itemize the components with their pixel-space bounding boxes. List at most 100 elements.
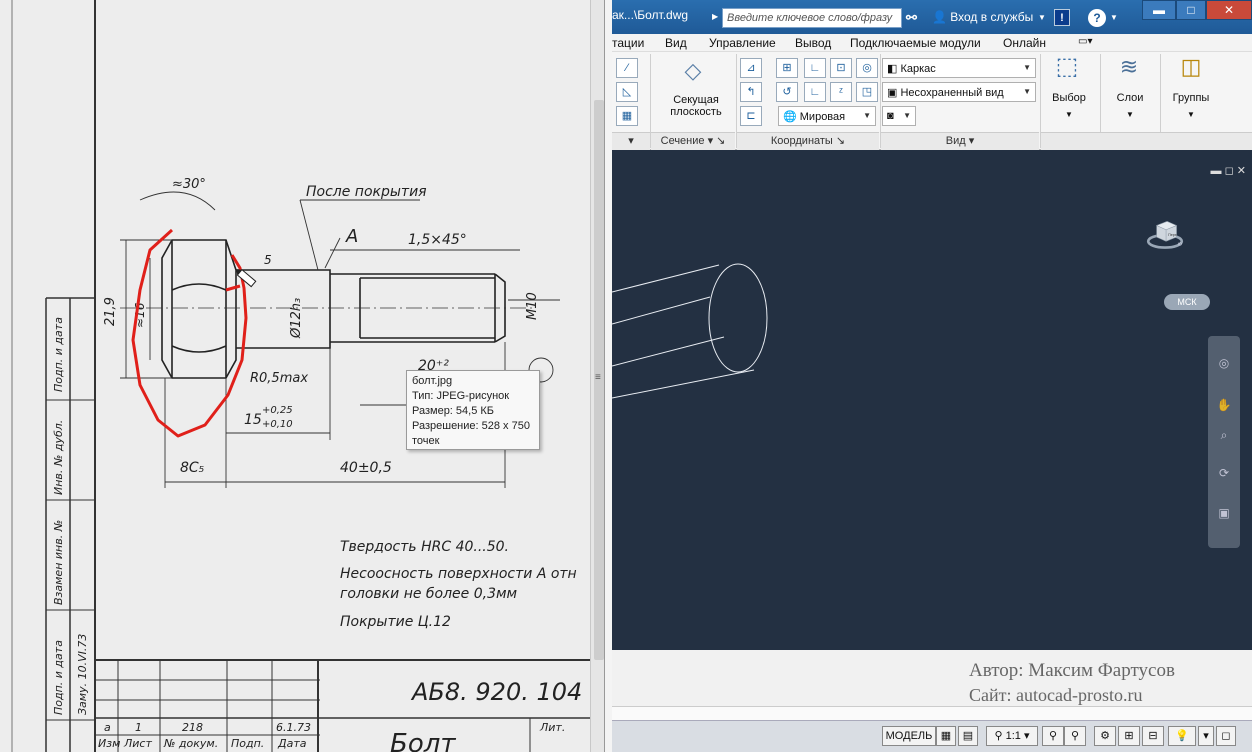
layers-button[interactable]: Слои: [1106, 92, 1154, 104]
tooltip-resolution: Разрешение: 528 x 750: [412, 420, 530, 432]
panel-title-cropped[interactable]: ▾: [612, 132, 650, 150]
layers-icon[interactable]: ≋: [1114, 56, 1144, 88]
annotation-scale-button[interactable]: ⚲ 1:1 ▾: [986, 726, 1038, 746]
select-icon[interactable]: ⬚: [1052, 55, 1082, 88]
ucs-named-icon[interactable]: ⊞: [776, 58, 798, 78]
showmotion-icon[interactable]: ▣: [1216, 506, 1232, 522]
groups-dropdown-icon[interactable]: ▼: [1164, 110, 1218, 119]
drawing-canvas[interactable]: ▬ ◻ ✕ Перх Ю МСК ◎ ✋ ⌕ ⟳ ▣: [612, 152, 1252, 632]
side-label-1: Подп. и дата: [52, 317, 65, 392]
panel-title-section[interactable]: Сечение ▾ ↘: [651, 132, 735, 150]
pan-icon[interactable]: ✋: [1216, 398, 1232, 414]
saved-view-label: Несохраненный вид: [900, 87, 1004, 99]
help-dropdown-icon[interactable]: ▼: [1110, 13, 1118, 22]
panel-title-view[interactable]: Вид ▾: [881, 132, 1039, 150]
viewport-dropdown[interactable]: ◙ ▼: [882, 106, 916, 126]
signin-label: Вход в службы: [950, 10, 1034, 24]
workspace-gear-icon[interactable]: ⚙: [1094, 726, 1116, 746]
tb-value-5: 6.1.73: [276, 721, 311, 734]
ucs-world-label: Мировая: [799, 111, 846, 123]
line-tool-icon[interactable]: ⁄: [616, 58, 638, 78]
lock-icon[interactable]: ⊞: [1118, 726, 1140, 746]
ucs-x-icon[interactable]: ↰: [740, 82, 762, 102]
minimize-button[interactable]: ▬: [1142, 0, 1176, 20]
tb-value-2: 1: [135, 721, 142, 734]
ucs-z-icon[interactable]: ᶻ: [830, 82, 852, 102]
ucs-origin-icon[interactable]: ∟: [804, 58, 826, 78]
hardware-accel-icon[interactable]: ⊟: [1142, 726, 1164, 746]
model-space-button[interactable]: МОДЕЛЬ: [882, 726, 936, 746]
search-input[interactable]: Введите ключевое слово/фразу: [722, 8, 902, 28]
visual-style-dropdown[interactable]: ◧ Каркас ▼: [882, 58, 1036, 78]
orbit-icon[interactable]: ⟳: [1216, 466, 1232, 482]
panel-title-coordinates[interactable]: Координаты ↘: [737, 132, 879, 150]
autocad-window: ак...\Болт.dwg ▶ Введите ключевое слово/…: [612, 0, 1252, 752]
part-name: Болт: [390, 729, 456, 752]
viewcube-face-label: Перх: [1168, 233, 1177, 237]
tab-view[interactable]: Вид: [665, 36, 687, 50]
shape-tool-icon[interactable]: ◺: [616, 82, 638, 102]
annotation-scale-label: 1:1: [1005, 730, 1021, 742]
layout2-icon[interactable]: ▤: [958, 726, 978, 746]
layers-dropdown-icon[interactable]: ▼: [1106, 110, 1154, 119]
dim-15: 15: [244, 412, 262, 428]
tab-manage[interactable]: Управление: [709, 36, 776, 50]
ucs-view-icon[interactable]: ⊡: [830, 58, 852, 78]
layout-icon[interactable]: ▦: [936, 726, 956, 746]
annotation-visibility-icon[interactable]: ⚲: [1042, 726, 1064, 746]
binoculars-icon[interactable]: ⚯: [906, 10, 917, 26]
expand-arrow-icon[interactable]: ▶: [712, 12, 718, 21]
dim-thread: M10: [525, 292, 540, 320]
ucs-face-icon[interactable]: ⊏: [740, 106, 762, 126]
ucs-object-icon[interactable]: ◳: [856, 82, 878, 102]
clean-screen-icon[interactable]: ◻: [1216, 726, 1236, 746]
exchange-icon[interactable]: !: [1054, 9, 1070, 26]
ucs-previous-icon[interactable]: ↺: [776, 82, 798, 102]
ucs-world-dropdown[interactable]: 🌐 Мировая ▼: [778, 106, 876, 126]
tab-plugins[interactable]: Подключаемые модули: [850, 36, 981, 50]
select-button[interactable]: Выбор: [1044, 92, 1094, 104]
window-divider: [604, 0, 612, 752]
command-line[interactable]: [612, 706, 1252, 720]
dim-15-tol-top: +0,25: [262, 405, 293, 416]
ucs-globe-icon[interactable]: ◎: [856, 58, 878, 78]
groups-icon[interactable]: ◫: [1176, 56, 1206, 88]
auto-scale-icon[interactable]: ⚲: [1064, 726, 1086, 746]
desktop: Подп. и дата Инв. № дубл. Взамен инв. № …: [0, 0, 1252, 752]
ribbon-toggle-icon[interactable]: ▭▾: [1078, 36, 1092, 47]
maximize-button[interactable]: □: [1176, 0, 1206, 20]
note-coating: Покрытие Ц.12: [340, 614, 451, 630]
dim-40: 40±0,5: [340, 460, 392, 476]
splitter-grip-icon[interactable]: ≡: [595, 372, 601, 383]
view-panel-label: Вид: [945, 135, 966, 147]
dim-21-9: 21,9: [103, 297, 118, 326]
ucs-icon[interactable]: ⊿: [740, 58, 762, 78]
section-plane-button[interactable]: Секущая плоскость: [656, 94, 736, 118]
tab-output[interactable]: Вывод: [795, 36, 831, 50]
section-plane-icon[interactable]: ◇: [678, 60, 708, 90]
dim-chamfer: 1,5×45°: [408, 232, 467, 248]
signin-button[interactable]: 👤 Вход в службы: [932, 10, 1033, 24]
zoom-icon[interactable]: ⌕: [1216, 428, 1232, 444]
tooltip-filename: болт.jpg: [412, 375, 453, 387]
help-icon[interactable]: ?: [1088, 9, 1106, 27]
tab-annotate[interactable]: тации: [612, 36, 644, 50]
close-button[interactable]: ✕: [1206, 0, 1252, 20]
isolate-objects-icon[interactable]: 💡: [1168, 726, 1196, 746]
tab-online[interactable]: Онлайн: [1003, 36, 1046, 50]
section-panel-label: Сечение: [660, 135, 705, 147]
grid-tool-icon[interactable]: ▦: [616, 106, 638, 126]
tb-header-2: Лист: [123, 737, 152, 750]
signin-dropdown-icon[interactable]: ▼: [1038, 13, 1046, 22]
status-menu-icon[interactable]: ▾: [1198, 726, 1214, 746]
steering-wheel-icon[interactable]: ◎: [1216, 356, 1232, 372]
saved-view-dropdown[interactable]: ▣ Несохраненный вид ▼: [882, 82, 1036, 102]
tb-value-3: 218: [182, 721, 203, 734]
select-dropdown-icon[interactable]: ▼: [1044, 110, 1094, 119]
viewcube[interactable]: Перх Ю: [1144, 214, 1186, 256]
note-runout-2: головки не более 0,3мм: [340, 586, 518, 602]
ucs-3point-icon[interactable]: ∟: [804, 82, 826, 102]
ucs-menu-button[interactable]: МСК: [1164, 294, 1210, 310]
groups-button[interactable]: Группы: [1164, 92, 1218, 104]
window-title: ак...\Болт.dwg: [612, 8, 689, 22]
